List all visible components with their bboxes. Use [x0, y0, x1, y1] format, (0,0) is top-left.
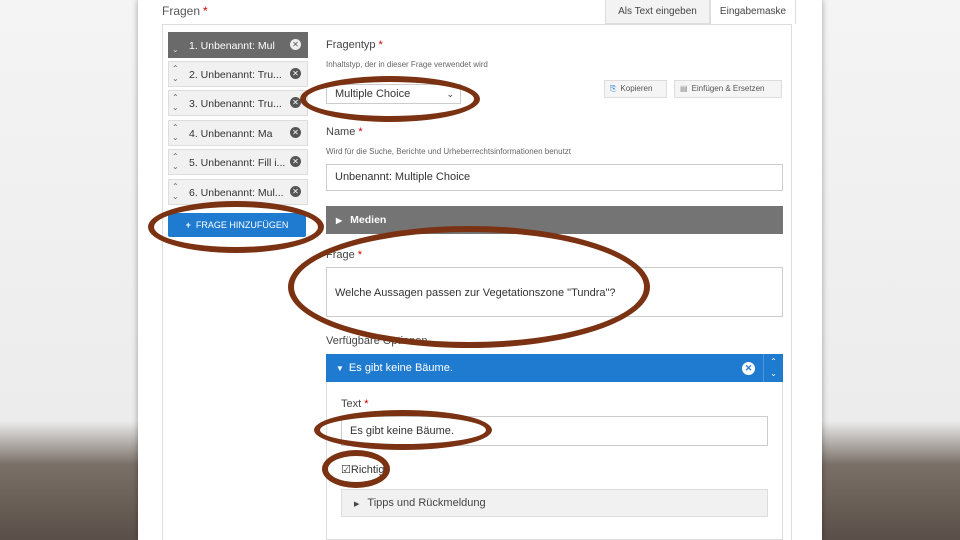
triangle-right-icon: ▶ [336, 216, 343, 225]
question-item-6[interactable]: ⌃ ⌄ 6. Unbenannt: Mul... ✕ [168, 179, 308, 205]
name-label: Name * [326, 126, 363, 138]
question-item-1[interactable]: ⌄ 1. Unbenannt: Mul ✕ [168, 32, 308, 58]
background-left [0, 0, 138, 540]
media-label: Medien [350, 214, 387, 226]
required-mark: * [357, 249, 363, 261]
media-section-toggle[interactable]: ▶ Medien [326, 206, 783, 234]
required-mark: * [378, 39, 383, 51]
section-title-text: Fragen [162, 4, 201, 18]
question-item-2[interactable]: ⌃ ⌄ 2. Unbenannt: Tru... ✕ [168, 61, 308, 87]
question-type-select[interactable]: Multiple Choice ⌄ [326, 84, 461, 104]
reorder-arrows-icon[interactable]: ⌃ ⌄ [172, 123, 179, 143]
question-text-label-text: Frage [326, 249, 355, 261]
name-help: Wird für die Suche, Berichte und Urheber… [326, 147, 572, 156]
chevron-down-icon: ⌄ [446, 89, 454, 99]
correct-label: Richtig! [350, 464, 388, 476]
question-text-input[interactable]: Welche Aussagen passen zur Vegetationszo… [326, 267, 783, 317]
question-item-label: 4. Unbenannt: Ma [189, 128, 273, 140]
question-item-label: 5. Unbenannt: Fill i... [189, 157, 285, 169]
paste-icon: ▤ [680, 84, 688, 93]
required-mark: * [203, 4, 208, 18]
question-item-label: 2. Unbenannt: Tru... [189, 69, 282, 81]
copy-button[interactable]: ⎘ Kopieren [604, 80, 667, 98]
name-label-text: Name [326, 126, 356, 138]
checkbox-checked-icon[interactable]: ☑ [341, 464, 351, 476]
add-question-button[interactable]: + FRAGE HINZUFÜGEN [168, 213, 306, 237]
copy-icon: ⎘ [610, 84, 617, 93]
tab-form-input[interactable]: Eingabemaske [710, 0, 796, 24]
remove-question-icon[interactable]: ✕ [290, 156, 301, 167]
question-item-label: 3. Unbenannt: Tru... [189, 98, 282, 110]
option-text-label-text: Text [341, 398, 362, 410]
section-title: Fragen * [162, 4, 208, 18]
triangle-right-icon: ▶ [354, 501, 360, 508]
reorder-arrows-icon[interactable]: ⌃ ⌄ [172, 182, 179, 202]
question-type-label-text: Fragentyp [326, 39, 376, 51]
tips-label: Tipps und Rückmeldung [367, 497, 486, 509]
correct-checkbox[interactable]: ☑Richtig! [341, 463, 388, 476]
paste-label: Einfügen & Ersetzen [691, 84, 765, 93]
remove-question-icon[interactable]: ✕ [290, 39, 301, 50]
copy-label: Kopieren [620, 84, 653, 93]
background-right [822, 0, 960, 540]
tab-text-input[interactable]: Als Text eingeben [605, 0, 710, 24]
paste-replace-button[interactable]: ▤ Einfügen & Ersetzen [674, 80, 782, 98]
remove-question-icon[interactable]: ✕ [290, 68, 301, 79]
tips-feedback-toggle[interactable]: ▶ Tipps und Rückmeldung [341, 489, 768, 517]
name-input[interactable]: Unbenannt: Multiple Choice [326, 164, 783, 191]
question-item-label: 6. Unbenannt: Mul... [189, 187, 284, 199]
option-text-input[interactable]: Es gibt keine Bäume. [341, 416, 768, 446]
reorder-arrows-icon[interactable]: ⌃ ⌄ [172, 93, 179, 113]
option-header[interactable]: ▼ Es gibt keine Bäume. ✕ ⌃ ⌄ [326, 354, 783, 382]
remove-question-icon[interactable]: ✕ [290, 127, 301, 138]
add-question-label: FRAGE HINZUFÜGEN [195, 220, 289, 230]
question-type-help: Inhaltstyp, der in dieser Frage verwende… [326, 60, 488, 69]
plus-icon: + [185, 220, 191, 230]
question-item-label: 1. Unbenannt: Mul [189, 40, 275, 52]
question-text-label: Frage * [326, 249, 362, 261]
question-item-4[interactable]: ⌃ ⌄ 4. Unbenannt: Ma ✕ [168, 120, 308, 146]
remove-question-icon[interactable]: ✕ [290, 97, 301, 108]
reorder-arrows-icon[interactable]: ⌃ ⌄ [172, 152, 179, 172]
option-title: Es gibt keine Bäume. [348, 362, 453, 374]
reorder-arrows-icon[interactable]: ⌃ ⌄ [763, 354, 783, 382]
question-item-5[interactable]: ⌃ ⌄ 5. Unbenannt: Fill i... ✕ [168, 149, 308, 175]
required-mark: * [358, 126, 363, 138]
remove-option-icon[interactable]: ✕ [742, 362, 755, 375]
reorder-arrows-icon[interactable]: ⌄ [172, 35, 179, 55]
question-type-value: Multiple Choice [335, 88, 411, 100]
options-label: Verfügbare Optionen [326, 335, 428, 347]
reorder-arrows-icon[interactable]: ⌃ ⌄ [172, 64, 179, 84]
question-type-label: Fragentyp * [326, 39, 383, 51]
question-item-3[interactable]: ⌃ ⌄ 3. Unbenannt: Tru... ✕ [168, 90, 308, 116]
required-mark: * [364, 398, 369, 410]
remove-question-icon[interactable]: ✕ [290, 186, 301, 197]
option-text-label: Text * [341, 398, 368, 410]
triangle-down-icon: ▼ [336, 364, 344, 373]
